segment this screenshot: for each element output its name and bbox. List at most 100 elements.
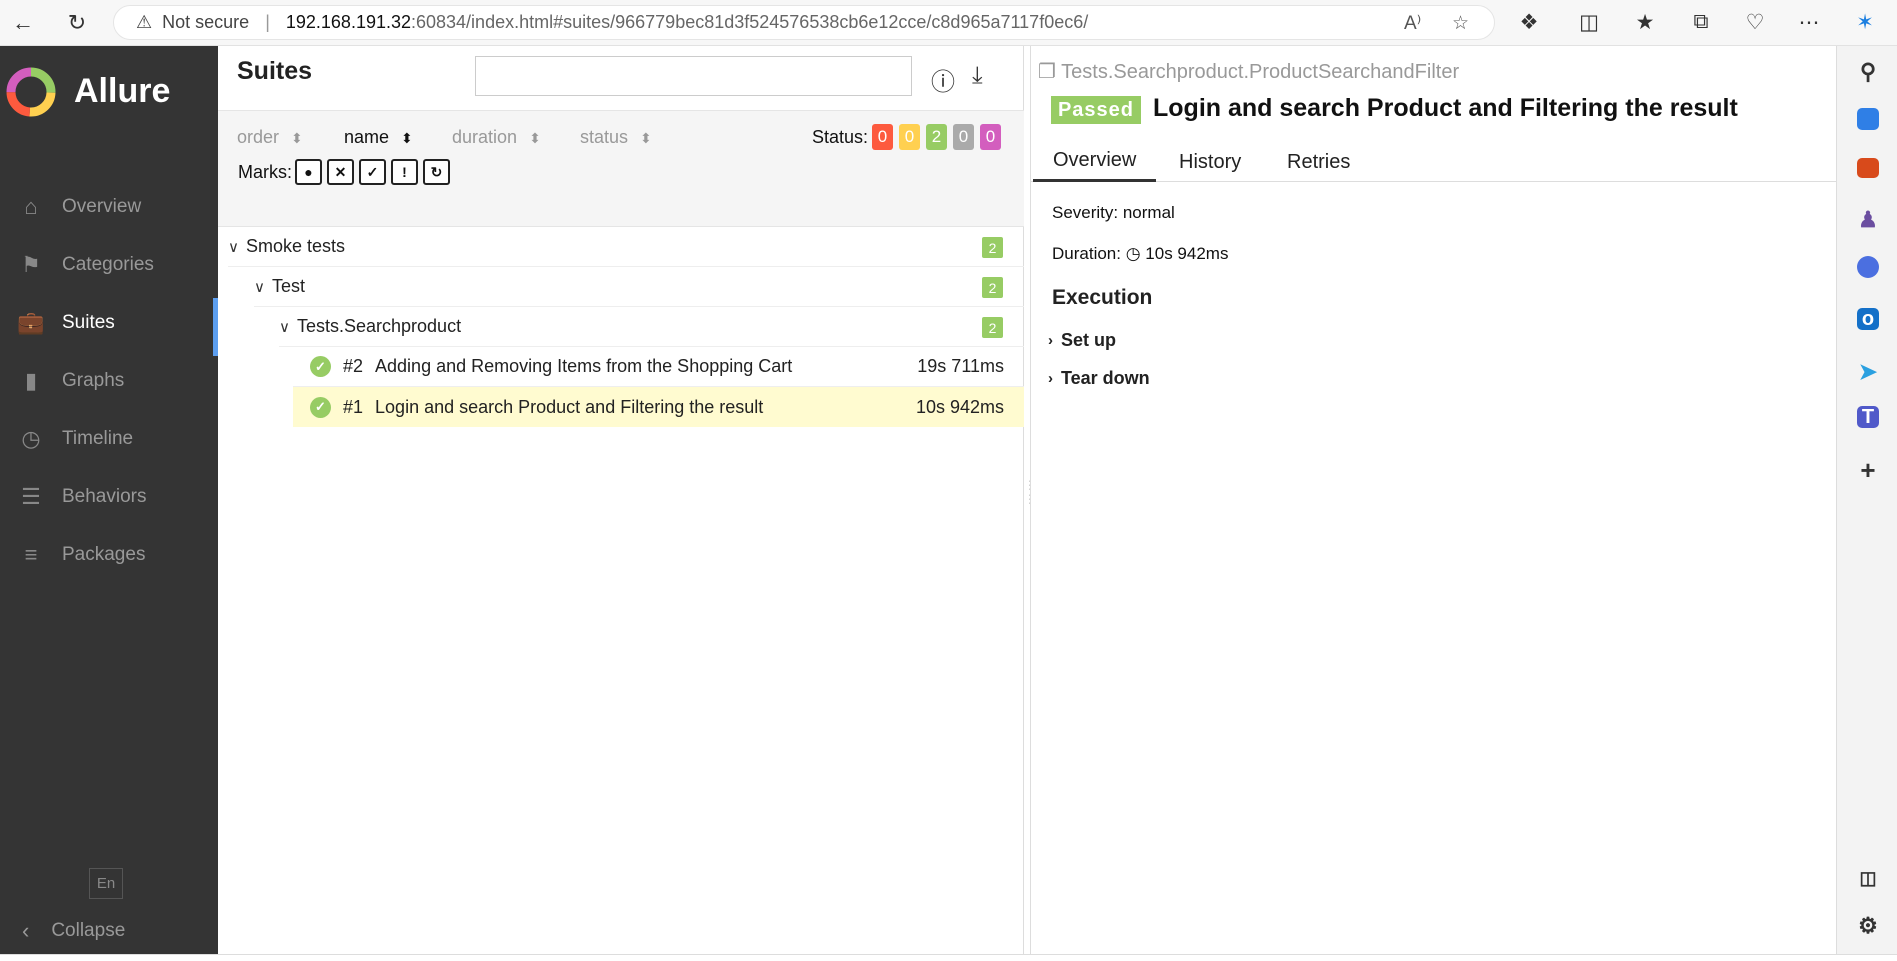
status-failed-toggle[interactable]: 0 <box>872 124 893 150</box>
send-icon[interactable]: ➤ <box>1854 358 1882 386</box>
status-broken-toggle[interactable]: 0 <box>899 124 920 150</box>
copilot-icon[interactable]: ✶ <box>1852 10 1878 35</box>
test-name: Login and search Product and Filtering t… <box>375 396 764 417</box>
collapse-button[interactable]: ‹ Collapse <box>0 914 218 948</box>
add-icon[interactable]: + <box>1854 455 1882 485</box>
chevron-right-icon: › <box>1048 332 1053 349</box>
teams-icon[interactable]: T <box>1857 406 1879 428</box>
exclamation-circle-icon[interactable]: ! <box>391 159 418 185</box>
breadcrumb[interactable]: ❐ Tests.Searchproduct.ProductSearchandFi… <box>1038 59 1459 84</box>
back-arrow-icon[interactable]: ← <box>8 8 38 38</box>
tools-icon[interactable] <box>1857 158 1879 178</box>
test-details-pane: ❐ Tests.Searchproduct.ProductSearchandFi… <box>1030 46 1837 954</box>
close-circle-icon[interactable]: ✕ <box>327 159 354 185</box>
sort-label: name <box>344 127 390 147</box>
refresh-icon[interactable]: ↻ <box>62 8 92 38</box>
count-badge: 2 <box>982 237 1003 258</box>
test-duration: 19s 711ms <box>917 356 1004 376</box>
test-row[interactable]: ✓ #2 Adding and Removing Items from the … <box>293 347 1024 387</box>
sort-by-order[interactable]: order ⬍ <box>237 127 303 148</box>
url-host: 192.168.191.32 <box>285 12 411 32</box>
address-separator: | <box>265 12 270 32</box>
tree-group-tests-searchproduct[interactable]: ∨ Tests.Searchproduct 2 <box>279 307 1024 347</box>
tab-retries[interactable]: Retries <box>1287 142 1350 182</box>
sidebar-item-overview[interactable]: ⌂ Overview <box>0 182 218 232</box>
language-selector[interactable]: En <box>89 868 123 899</box>
collections-icon[interactable]: ⧉ <box>1688 10 1714 34</box>
gear-icon[interactable]: ⚙ <box>1854 912 1882 940</box>
page-title: Suites <box>237 57 313 85</box>
clock-icon: ◷ <box>1125 244 1141 263</box>
download-icon[interactable]: ⤓ <box>972 62 983 90</box>
tree-group-test[interactable]: ∨ Test 2 <box>254 267 1024 307</box>
group-label: Tests.Searchproduct <box>296 316 462 336</box>
games-icon[interactable]: ♟ <box>1854 206 1882 234</box>
group-label: Test <box>271 276 305 296</box>
microsoft365-icon[interactable] <box>1857 256 1879 278</box>
collapse-label: Collapse <box>51 920 126 941</box>
sidebar-item-label: Categories <box>62 254 154 275</box>
count-badge: 2 <box>982 277 1003 298</box>
test-name: Adding and Removing Items from the Shopp… <box>375 356 793 376</box>
chevron-down-icon: ∨ <box>279 318 290 336</box>
shopping-tag-icon[interactable] <box>1857 108 1879 130</box>
window-bottom-edge <box>0 954 1897 961</box>
browser-sidebar: ⚲ ♟ o ➤ T + ◫ ⚙ <box>1836 46 1897 954</box>
tab-history[interactable]: History <box>1179 142 1241 182</box>
sidebar-item-label: Graphs <box>62 370 125 391</box>
sidebar-item-suites[interactable]: 💼 Suites <box>0 298 218 356</box>
read-aloud-icon[interactable]: A⁾ <box>1404 12 1421 35</box>
sort-label: duration <box>452 127 518 147</box>
split-screen-icon[interactable]: ◫ <box>1576 10 1602 35</box>
check-circle-icon[interactable]: ✓ <box>359 159 386 185</box>
retry-icon[interactable]: ↻ <box>423 159 450 185</box>
outlook-icon[interactable]: o <box>1857 308 1879 330</box>
info-icon[interactable]: ⓘ <box>931 62 955 97</box>
test-title: Login and search Product and Filtering t… <box>1153 94 1738 122</box>
more-options-icon[interactable]: ⋯ <box>1796 10 1822 35</box>
sidebar-item-categories[interactable]: ⚑ Categories <box>0 240 218 290</box>
browser-toolbar: ← ↻ ⚠ Not secure | 192.168.191.32 :60834… <box>0 0 1897 46</box>
sidebar-item-packages[interactable]: ≡ Packages <box>0 530 218 580</box>
sort-by-status[interactable]: status ⬍ <box>580 127 652 148</box>
setup-label: Set up <box>1061 330 1117 350</box>
search-input[interactable] <box>475 56 912 96</box>
test-row-selected[interactable]: ✓ #1 Login and search Product and Filter… <box>293 387 1024 427</box>
status-passed-toggle[interactable]: 2 <box>926 124 947 150</box>
brand-name[interactable]: Allure <box>74 72 170 111</box>
status-skipped-toggle[interactable]: 0 <box>953 124 974 150</box>
clock-icon: ◷ <box>21 426 41 451</box>
sort-by-name[interactable]: name ⬍ <box>344 127 413 148</box>
bar-chart-icon: ▮ <box>24 368 38 393</box>
teardown-section[interactable]: › Tear down <box>1048 368 1150 389</box>
favorites-icon[interactable]: ★ <box>1632 10 1658 35</box>
sidebar-item-label: Timeline <box>62 428 134 449</box>
suites-pane: Suites ⓘ ⤓ order ⬍ name ⬍ duration ⬍ status… <box>218 46 1024 954</box>
bomb-icon[interactable]: ● <box>295 159 322 185</box>
copy-icon[interactable]: ❐ <box>1038 61 1056 83</box>
marks-label: Marks: <box>238 162 292 182</box>
sort-icon: ⬍ <box>401 130 413 146</box>
briefcase-icon: 💼 <box>17 310 45 335</box>
execution-heading: Execution <box>1052 286 1153 309</box>
status-unknown-toggle[interactable]: 0 <box>980 124 1001 150</box>
favorite-star-icon[interactable]: ☆ <box>1452 12 1469 35</box>
tab-overview[interactable]: Overview <box>1033 142 1157 182</box>
sort-icon: ⬍ <box>640 130 652 146</box>
sidebar-item-timeline[interactable]: ◷ Timeline <box>0 414 218 464</box>
sidebar-toggle-icon[interactable]: ◫ <box>1854 864 1882 892</box>
address-bar[interactable]: ⚠ Not secure | 192.168.191.32 :60834/ind… <box>113 5 1495 40</box>
browser-essentials-icon[interactable]: ♡ <box>1742 10 1768 35</box>
sort-by-duration[interactable]: duration ⬍ <box>452 127 541 148</box>
sidebar-item-behaviors[interactable]: ☰ Behaviors <box>0 472 218 522</box>
extensions-icon[interactable]: ❖ <box>1516 10 1542 35</box>
test-duration: 10s 942ms <box>915 396 1004 417</box>
security-label: Not secure <box>162 12 250 32</box>
sidebar-item-graphs[interactable]: ▮ Graphs <box>0 356 218 406</box>
sidebar-item-label: Suites <box>62 312 115 333</box>
group-label: Smoke tests <box>245 236 346 256</box>
allure-logo-icon[interactable] <box>5 66 57 118</box>
tree-group-smoke-tests[interactable]: ∨ Smoke tests 2 <box>228 227 1024 267</box>
setup-section[interactable]: › Set up <box>1048 330 1116 351</box>
search-icon[interactable]: ⚲ <box>1854 58 1882 86</box>
